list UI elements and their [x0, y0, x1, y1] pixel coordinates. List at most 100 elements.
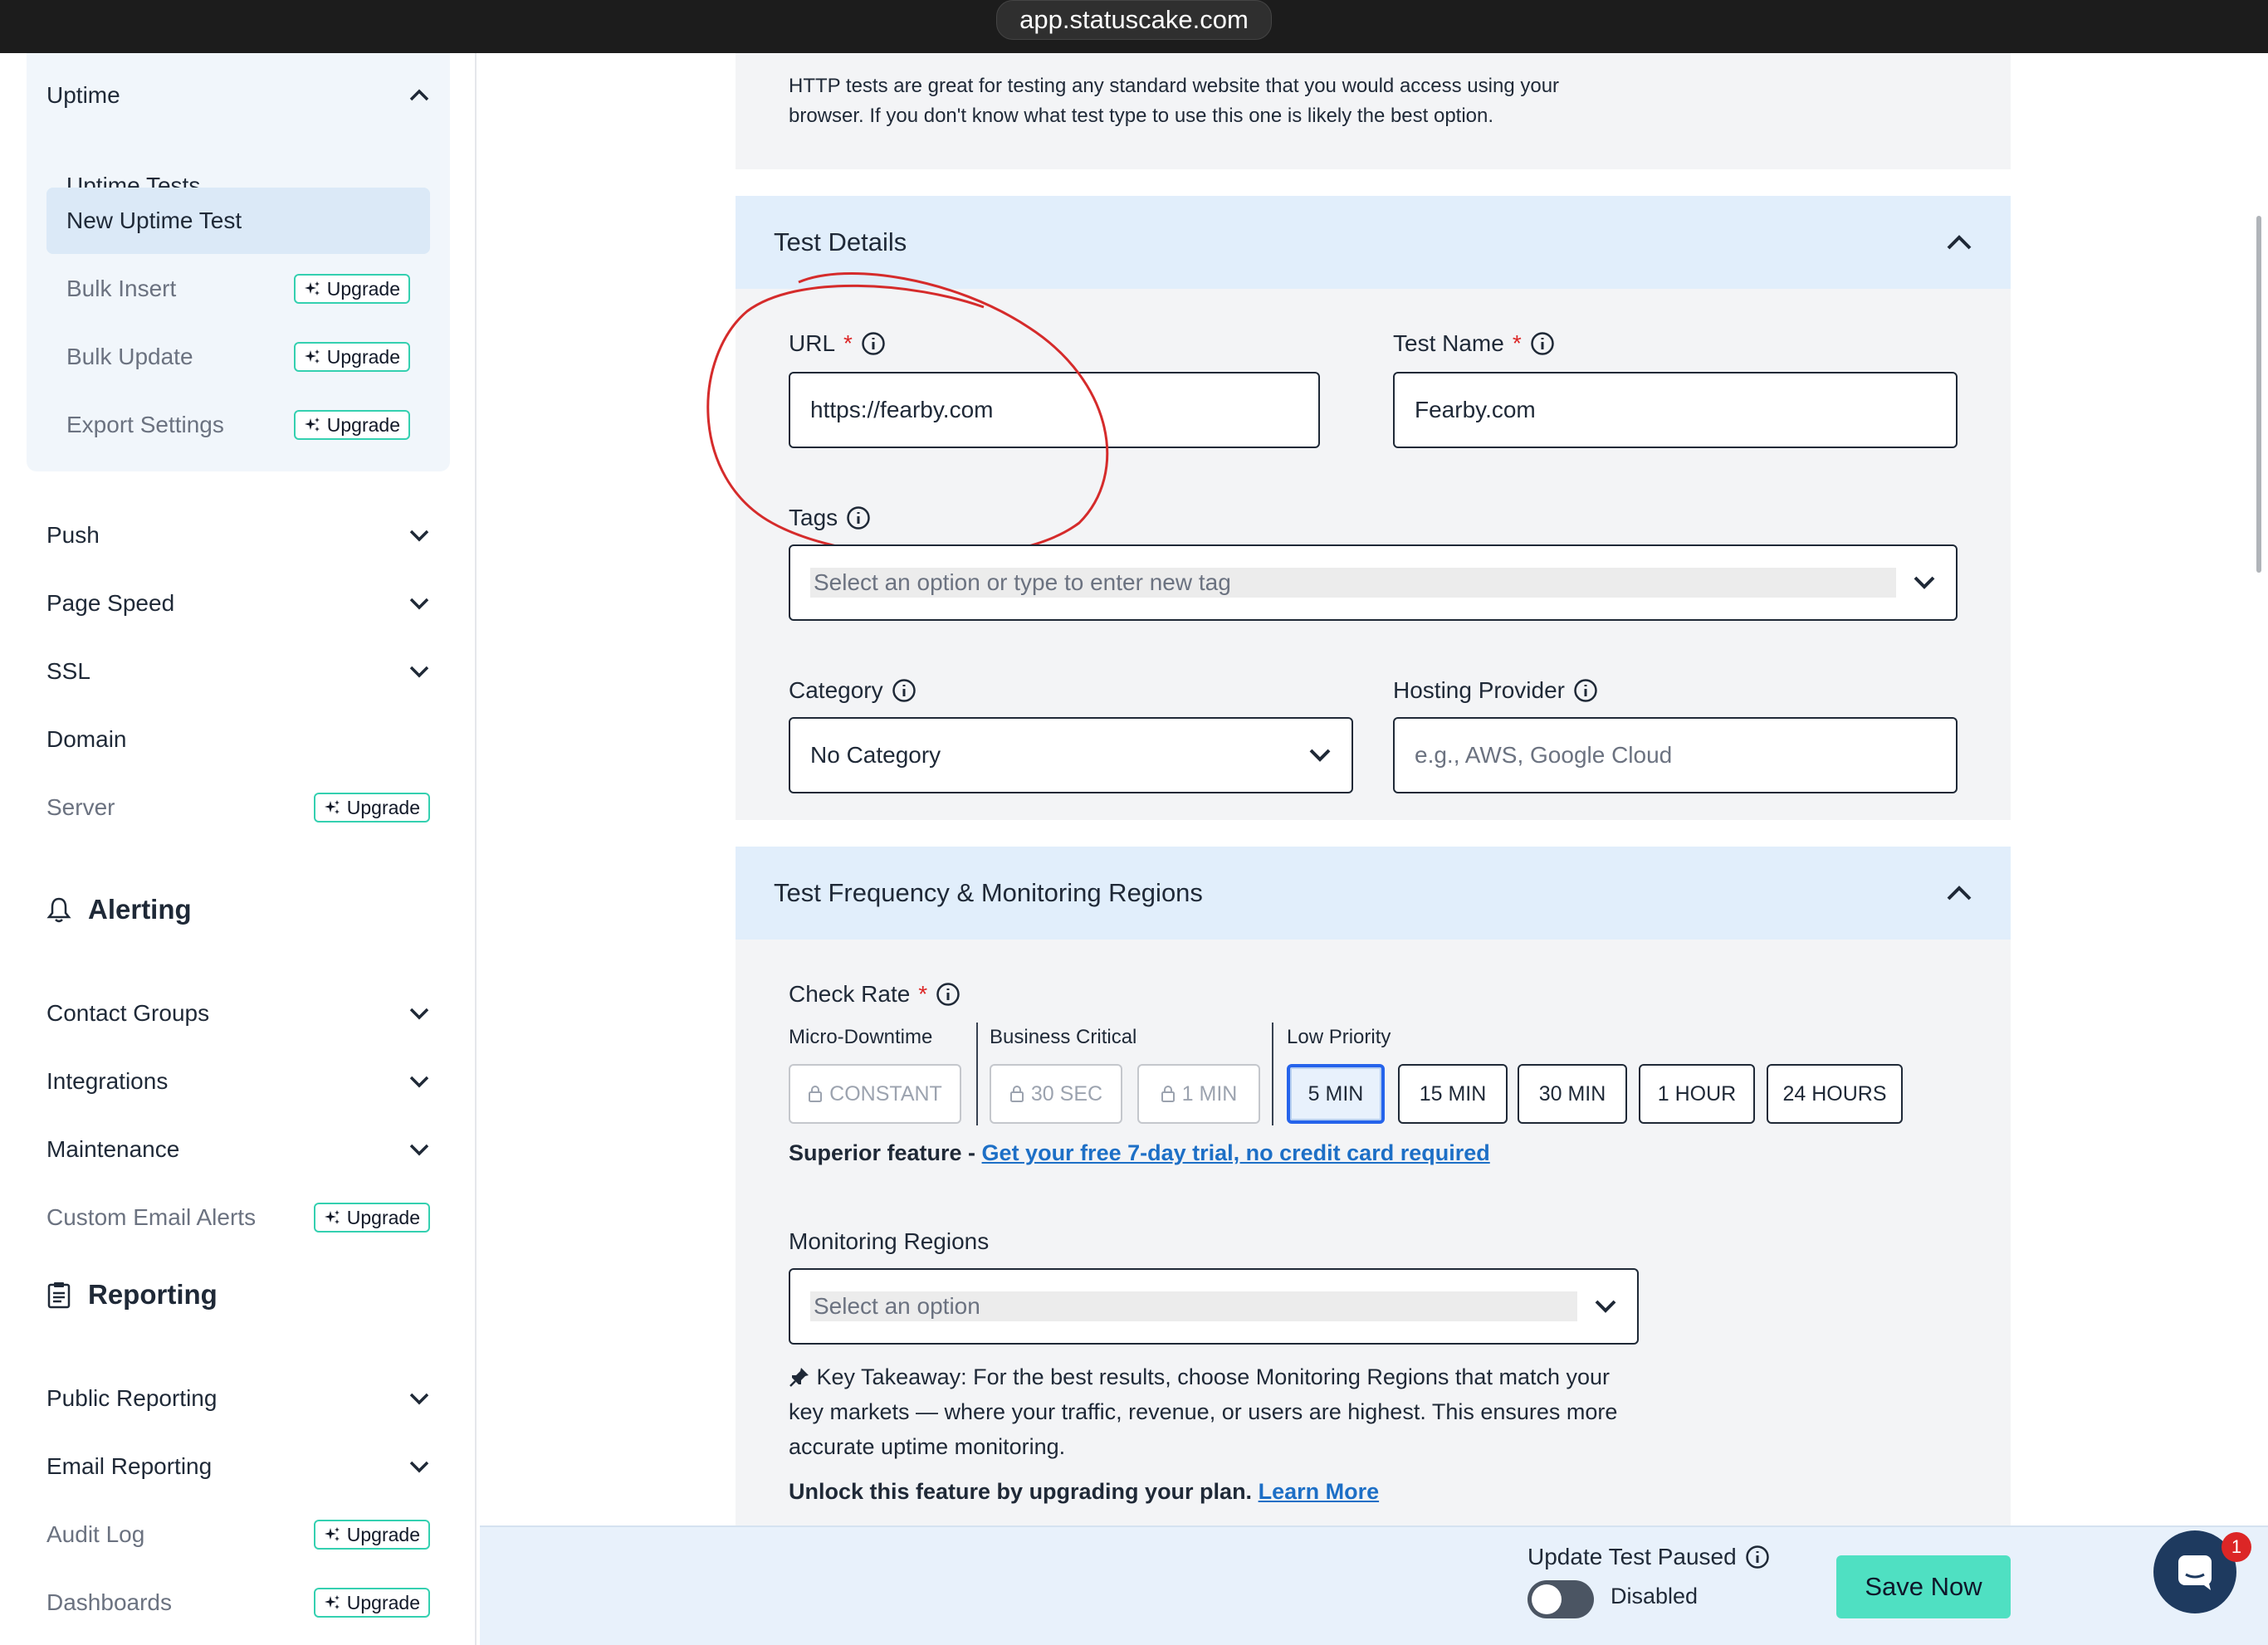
sidebar-item-export-settings[interactable]: Export Settings Upgrade: [46, 392, 430, 458]
alerting-heading: Alerting: [46, 885, 192, 935]
upgrade-badge[interactable]: Upgrade: [293, 342, 410, 372]
paused-toggle[interactable]: [1527, 1580, 1594, 1618]
lock-icon: [1009, 1086, 1024, 1102]
chevron-down-icon: [408, 1071, 430, 1092]
rate-5min-button[interactable]: 5 MIN: [1287, 1064, 1385, 1124]
sparkle-icon: [324, 1595, 340, 1609]
rate-1hour-button[interactable]: 1 HOUR: [1639, 1064, 1755, 1124]
toggle-knob: [1532, 1584, 1562, 1614]
tags-select[interactable]: Select an option or type to enter new ta…: [789, 544, 1958, 621]
scrollbar-thumb[interactable]: [2256, 216, 2261, 573]
upgrade-badge[interactable]: Upgrade: [293, 410, 410, 440]
http-intro-line: HTTP tests are great for testing any sta…: [789, 75, 1560, 97]
category-label: Category: [789, 677, 916, 704]
section-title: Test Details: [774, 227, 907, 256]
lock-icon: [1161, 1086, 1175, 1102]
sidebar-item-custom-email-alerts[interactable]: Custom Email Alerts Upgrade: [46, 1189, 430, 1247]
upgrade-badge[interactable]: Upgrade: [293, 274, 410, 304]
monitoring-regions-select[interactable]: Select an option: [789, 1268, 1639, 1345]
group-label-micro: Micro-Downtime: [789, 1026, 933, 1048]
monitoring-regions-label: Monitoring Regions: [789, 1228, 990, 1254]
info-icon[interactable]: [846, 505, 871, 530]
sidebar-item-bulk-update[interactable]: Bulk Update Upgrade: [46, 324, 430, 390]
sidebar-item-public-reporting[interactable]: Public Reporting: [46, 1369, 430, 1428]
sidebar-item-domain[interactable]: Domain: [46, 710, 430, 769]
superior-feature-note: Superior feature - Get your free 7-day t…: [789, 1140, 1490, 1165]
sidebar: Uptime Uptime Tests New Uptime Test Bulk…: [0, 53, 477, 1645]
upgrade-badge[interactable]: Upgrade: [313, 1520, 430, 1550]
sidebar-item-page-speed[interactable]: Page Speed: [46, 574, 430, 632]
sidebar-item-email-reporting[interactable]: Email Reporting: [46, 1438, 430, 1496]
sidebar-item-label: Export Settings: [66, 412, 224, 437]
test-name-label: Test Name *: [1393, 330, 1555, 357]
sidebar-item-label: Email Reporting: [46, 1453, 213, 1479]
chat-icon: [2178, 1555, 2212, 1590]
rate-24hours-button[interactable]: 24 HOURS: [1767, 1064, 1903, 1124]
chevron-down-icon: [408, 661, 430, 682]
sidebar-item-integrations[interactable]: Integrations: [46, 1052, 430, 1110]
sidebar-item-label: Bulk Insert: [66, 276, 177, 301]
info-icon[interactable]: [1530, 331, 1555, 356]
category-select[interactable]: No Category: [789, 717, 1353, 793]
unlock-feature-note: Unlock this feature by upgrading your pl…: [789, 1479, 1380, 1504]
sidebar-item-label: Custom Email Alerts: [46, 1204, 257, 1230]
info-icon[interactable]: [1573, 678, 1598, 703]
info-icon[interactable]: [892, 678, 916, 703]
update-test-paused-label: Update Test Paused: [1527, 1544, 1770, 1570]
test-name-input[interactable]: Fearby.com: [1393, 372, 1958, 448]
bell-icon: [46, 897, 71, 923]
sidebar-item-label: Server: [46, 794, 115, 820]
sidebar-item-maintenance[interactable]: Maintenance: [46, 1120, 430, 1179]
sparkle-icon: [304, 281, 320, 295]
group-divider: [976, 1023, 978, 1125]
chevron-down-icon: [408, 593, 430, 614]
learn-more-link[interactable]: Learn More: [1259, 1479, 1380, 1504]
rate-30sec-button[interactable]: 30 SEC: [990, 1064, 1122, 1124]
chevron-up-icon[interactable]: [1946, 227, 1972, 257]
sidebar-item-label: Integrations: [46, 1068, 169, 1094]
sidebar-item-uptime[interactable]: Uptime: [46, 66, 430, 124]
pushpin-icon: [789, 1368, 809, 1387]
upgrade-badge[interactable]: Upgrade: [313, 1203, 430, 1233]
chevron-down-icon: [1913, 569, 1936, 596]
sidebar-item-label: Uptime: [46, 82, 120, 108]
rate-constant-button[interactable]: CONSTANT: [789, 1064, 961, 1124]
sidebar-item-label: Contact Groups: [46, 1000, 210, 1026]
upgrade-badge[interactable]: Upgrade: [313, 793, 430, 822]
sidebar-item-label: Domain: [46, 726, 127, 752]
frequency-header[interactable]: Test Frequency & Monitoring Regions: [736, 847, 2011, 940]
group-label-low: Low Priority: [1287, 1026, 1391, 1048]
hand-drawn-circle-annotation: [706, 271, 1109, 559]
hosting-provider-input[interactable]: e.g., AWS, Google Cloud: [1393, 717, 1958, 793]
sparkle-icon: [324, 1210, 340, 1224]
tags-label: Tags: [789, 505, 871, 531]
sidebar-item-new-uptime-test[interactable]: New Uptime Test: [46, 188, 430, 254]
sidebar-item-contact-groups[interactable]: Contact Groups: [46, 984, 430, 1042]
rate-30min-button[interactable]: 30 MIN: [1518, 1064, 1627, 1124]
browser-url-bar[interactable]: app.statuscake.com: [996, 0, 1272, 40]
chevron-up-icon[interactable]: [1946, 878, 1972, 908]
info-icon[interactable]: [936, 982, 960, 1007]
chevron-down-icon: [408, 1139, 430, 1160]
save-now-button[interactable]: Save Now: [1836, 1555, 2011, 1618]
sidebar-item-server[interactable]: Server Upgrade: [46, 779, 430, 837]
http-intro-card: HTTP tests are great for testing any sta…: [736, 53, 2011, 169]
chevron-down-icon: [408, 1003, 430, 1024]
free-trial-link[interactable]: Get your free 7-day trial, no credit car…: [982, 1140, 1490, 1165]
sidebar-item-push[interactable]: Push: [46, 506, 430, 564]
hosting-provider-label: Hosting Provider: [1393, 677, 1598, 704]
upgrade-badge[interactable]: Upgrade: [313, 1588, 430, 1618]
sparkle-icon: [304, 349, 320, 364]
rate-1min-button[interactable]: 1 MIN: [1137, 1064, 1260, 1124]
sidebar-item-bulk-insert[interactable]: Bulk Insert Upgrade: [46, 256, 430, 322]
sidebar-item-label: New Uptime Test: [66, 207, 242, 233]
sidebar-item-dashboards[interactable]: Dashboards Upgrade: [46, 1574, 430, 1632]
rate-15min-button[interactable]: 15 MIN: [1398, 1064, 1508, 1124]
info-icon[interactable]: [1745, 1545, 1770, 1569]
sidebar-item-ssl[interactable]: SSL: [46, 642, 430, 700]
chevron-up-icon: [408, 85, 430, 106]
sidebar-item-audit-log[interactable]: Audit Log Upgrade: [46, 1506, 430, 1564]
sparkle-icon: [304, 417, 320, 432]
reporting-heading: Reporting: [46, 1270, 218, 1320]
section-title: Test Frequency & Monitoring Regions: [774, 878, 1203, 907]
